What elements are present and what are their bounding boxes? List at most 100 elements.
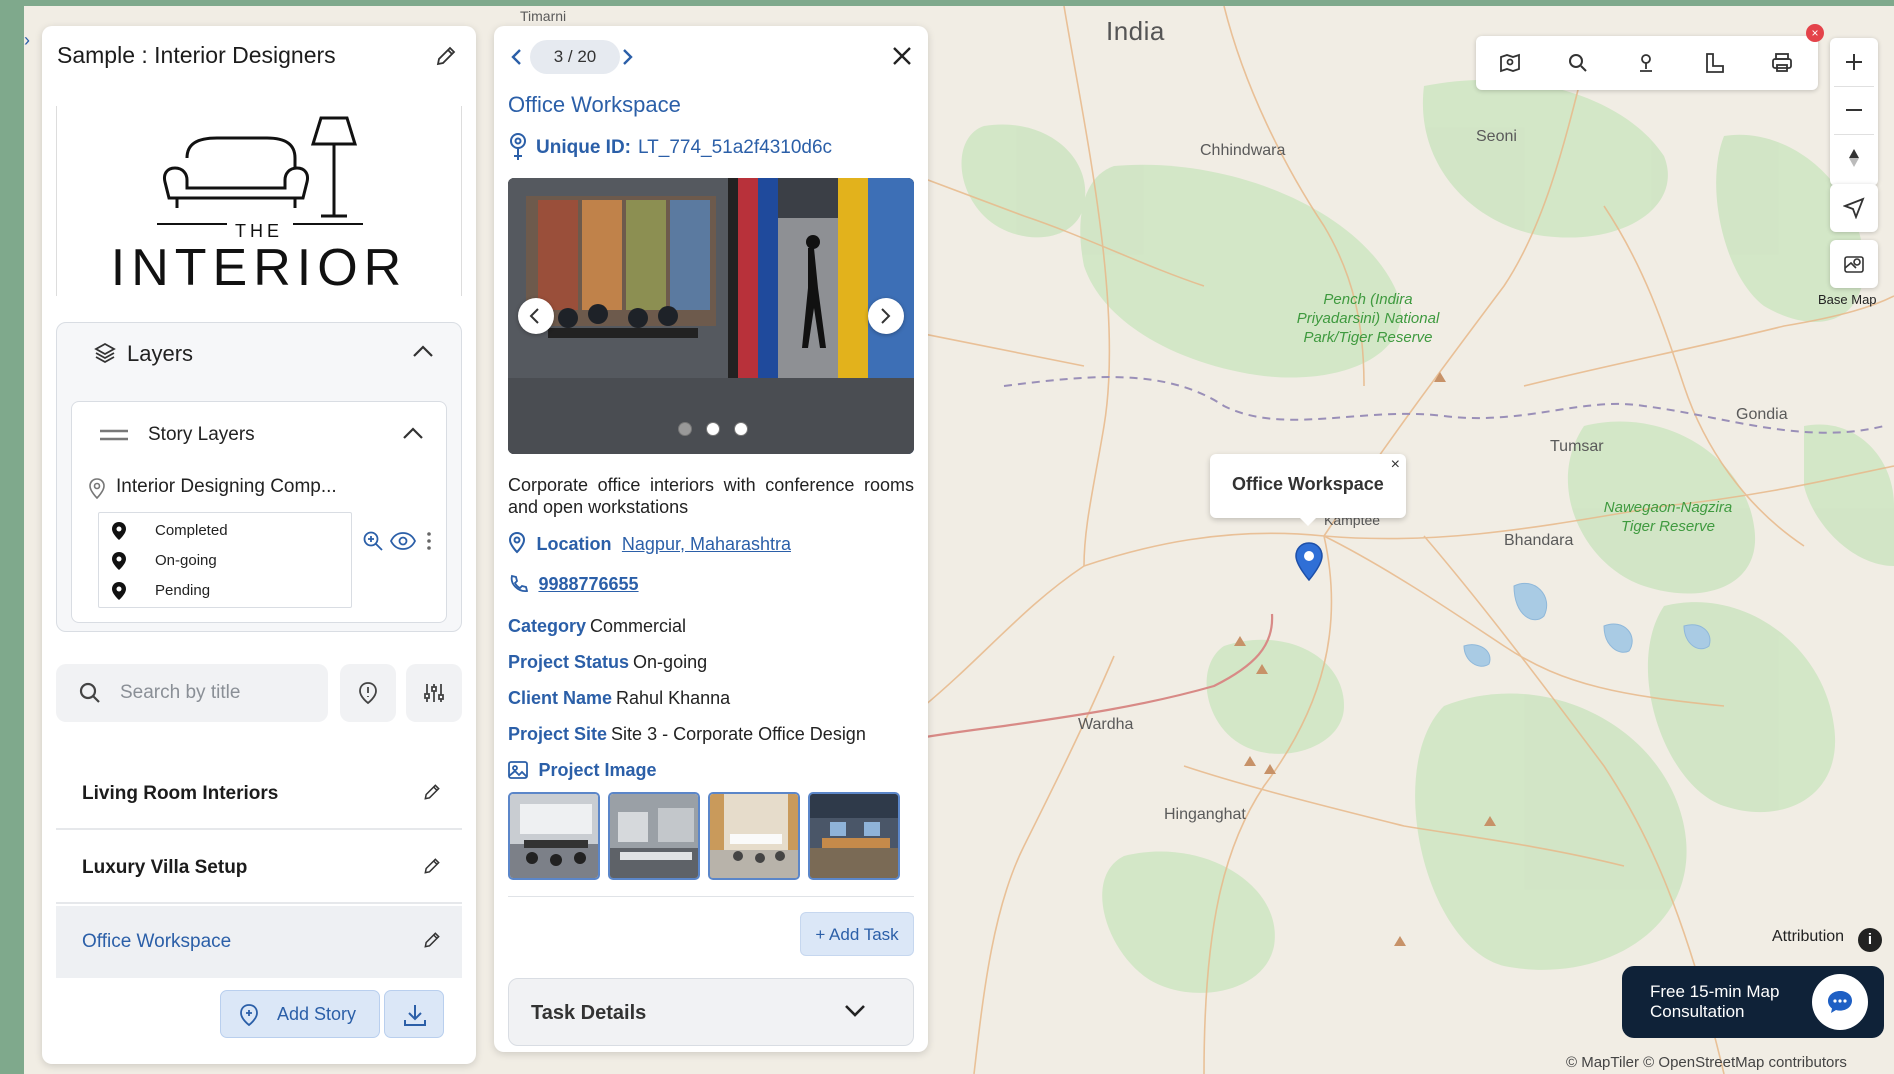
add-story-button[interactable]: Add Story	[220, 990, 380, 1038]
map-label-city: Seoni	[1476, 128, 1517, 145]
marker-icon	[111, 551, 127, 576]
pencil-icon[interactable]	[422, 930, 442, 955]
phone-row: 9988776655	[508, 574, 639, 602]
filter-settings-button[interactable]	[406, 664, 462, 722]
divider	[508, 896, 914, 897]
brand-logo: THE INTERIOR	[56, 106, 462, 297]
map-copyright: © MapTiler © OpenStreetMap contributors	[1566, 1054, 1847, 1071]
layers-icon	[93, 341, 117, 370]
consultation-label: Free 15-min Map Consultation	[1650, 982, 1780, 1021]
consultation-widget[interactable]: Free 15-min Map Consultation	[1622, 966, 1884, 1038]
task-details-accordion[interactable]: Task Details	[508, 978, 914, 1046]
location-pin-icon	[508, 531, 526, 559]
popup-close-icon[interactable]: ×	[1391, 456, 1400, 474]
layer-item[interactable]: Interior Designing Comp...	[88, 476, 428, 502]
compass-button[interactable]	[1830, 134, 1878, 182]
base-map-button[interactable]	[1830, 240, 1878, 288]
pencil-icon[interactable]	[434, 44, 458, 68]
marker-filter-button[interactable]	[340, 664, 396, 722]
map-label-park: Nawegaon-Nagzira Tiger Reserve	[1603, 499, 1733, 535]
search-icon[interactable]	[1566, 51, 1590, 80]
location-link[interactable]: Nagpur, Maharashtra	[622, 534, 791, 554]
map-marker-icon[interactable]	[1294, 542, 1324, 587]
carousel-next-button[interactable]	[868, 298, 904, 334]
map-view-icon[interactable]	[1498, 51, 1522, 80]
chevron-up-icon[interactable]	[411, 343, 435, 364]
add-pin-icon	[237, 1003, 261, 1032]
map-popup: Office Workspace ×	[1210, 454, 1406, 518]
chevron-down-icon[interactable]	[843, 1003, 867, 1024]
attribution-label[interactable]: Attribution	[1772, 928, 1844, 946]
marker-icon	[111, 521, 127, 546]
zoom-out-button[interactable]	[1830, 86, 1878, 134]
measure-icon[interactable]	[1702, 51, 1726, 80]
layer-legend: Completed On-going Pending	[98, 512, 352, 608]
project-thumbnail[interactable]	[608, 792, 700, 880]
detail-description: Corporate office interiors with conferen…	[508, 475, 914, 517]
layers-header[interactable]: Layers	[57, 323, 461, 383]
client-row: Client Name Rahul Khanna	[508, 688, 731, 708]
story-list-item[interactable]: Living Room Interiors	[56, 758, 462, 830]
search-field	[56, 664, 328, 722]
pencil-icon[interactable]	[422, 782, 442, 807]
toolbar-close-icon[interactable]: ×	[1806, 24, 1824, 42]
map-label-city: Bhandara	[1504, 532, 1574, 549]
unique-id-key: Unique ID:	[536, 137, 631, 158]
pencil-icon[interactable]	[422, 856, 442, 881]
popup-tip	[1298, 516, 1318, 526]
chevron-right-icon[interactable]	[622, 48, 634, 71]
add-task-button[interactable]: + Add Task	[800, 912, 914, 956]
map-label-city: Chhindwara	[1200, 142, 1286, 159]
phone-icon	[508, 574, 529, 599]
geolocate-button[interactable]	[1830, 184, 1878, 232]
drag-handle-icon[interactable]	[100, 428, 128, 447]
layer-name: Interior Designing Comp...	[116, 476, 337, 497]
download-icon	[404, 1005, 426, 1026]
pager-count: 3 / 20	[530, 40, 620, 74]
info-icon[interactable]: i	[1858, 928, 1882, 952]
chevron-left-icon[interactable]	[510, 48, 522, 71]
location-pin-icon	[88, 478, 106, 505]
project-image-heading: Project Image	[508, 760, 657, 788]
search-icon	[78, 681, 102, 710]
add-story-label: Add Story	[277, 1004, 357, 1024]
zoom-to-layer-icon[interactable]	[362, 530, 384, 557]
story-list-item-active[interactable]: Office Workspace	[56, 906, 462, 978]
eye-icon[interactable]	[389, 530, 417, 557]
logo-wordmark: INTERIOR	[110, 239, 408, 297]
unique-id-value: LT_774_51a2f4310d6c	[638, 137, 833, 158]
site-row: Project Site Site 3 - Corporate Office De…	[508, 724, 866, 744]
shield-pin-icon	[359, 682, 377, 705]
more-vertical-icon[interactable]	[426, 530, 432, 557]
layers-label: Layers	[127, 341, 194, 366]
story-title: Living Room Interiors	[82, 783, 279, 804]
project-thumbnail[interactable]	[508, 792, 600, 880]
project-thumbnail[interactable]	[708, 792, 800, 880]
story-list-item[interactable]: Luxury Villa Setup	[56, 832, 462, 904]
image-carousel[interactable]	[508, 178, 914, 454]
carousel-dot[interactable]	[706, 422, 720, 436]
map-label-city: Wardha	[1078, 716, 1134, 733]
search-input[interactable]	[120, 678, 310, 708]
project-thumbnail[interactable]	[808, 792, 900, 880]
zoom-control	[1830, 38, 1878, 186]
download-button[interactable]	[384, 990, 444, 1038]
close-icon[interactable]	[892, 46, 912, 71]
detail-title: Office Workspace	[508, 92, 681, 117]
story-title: Office Workspace	[82, 931, 232, 952]
task-details-label: Task Details	[531, 1002, 647, 1024]
category-row: Category Commercial	[508, 616, 687, 636]
carousel-dot[interactable]	[678, 422, 692, 436]
chat-icon[interactable]	[1812, 974, 1868, 1030]
print-icon[interactable]	[1770, 51, 1794, 80]
chevron-up-icon[interactable]	[402, 426, 424, 445]
zoom-in-button[interactable]	[1830, 38, 1878, 86]
side-expand-icon[interactable]: ›	[24, 30, 30, 51]
image-icon	[508, 760, 528, 785]
phone-link[interactable]: 9988776655	[538, 574, 638, 594]
story-layers-label: Story Layers	[148, 424, 255, 445]
carousel-dot[interactable]	[734, 422, 748, 436]
page-title: Sample : Interior Designers	[57, 42, 336, 68]
carousel-prev-button[interactable]	[518, 298, 554, 334]
location-pin-icon[interactable]	[1634, 51, 1658, 80]
